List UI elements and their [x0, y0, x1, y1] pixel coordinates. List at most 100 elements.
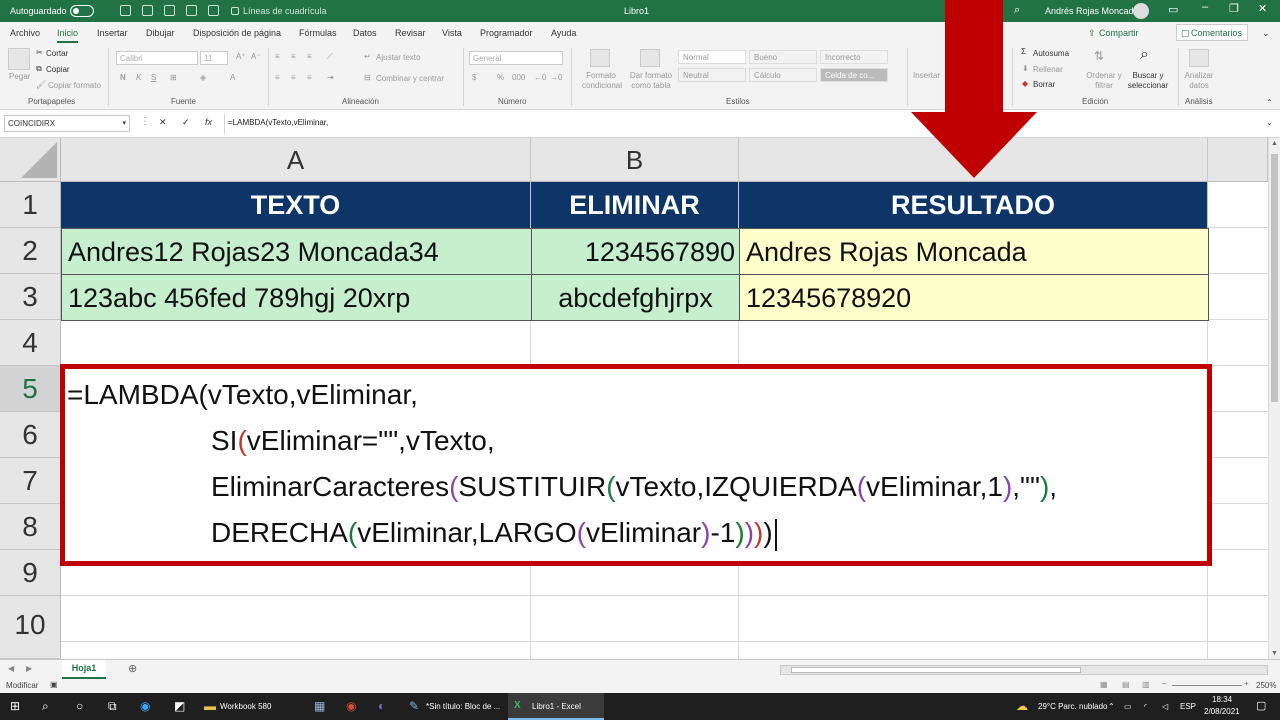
sheet-tab-hoja1[interactable]: Hoja1: [62, 660, 106, 679]
row-header-6[interactable]: 6: [0, 412, 61, 458]
fill-color-icon[interactable]: ◈: [200, 73, 206, 82]
sort-filter-icon[interactable]: ⇅: [1094, 49, 1104, 63]
wrap-text-icon[interactable]: ↵: [364, 52, 371, 61]
undo-icon[interactable]: [142, 5, 153, 16]
cell-a2[interactable]: Andres12 Rojas23 Moncada34: [61, 228, 532, 275]
tab-formulas[interactable]: Fórmulas: [299, 28, 337, 38]
zoom-level[interactable]: 250%: [1256, 681, 1276, 690]
cortana-icon[interactable]: ○: [72, 693, 83, 720]
enter-icon[interactable]: ✓: [182, 117, 190, 128]
tab-archivo[interactable]: Archivo: [10, 28, 40, 38]
formula-editing-cell[interactable]: =LAMBDA(vTexto,vEliminar, SI(vEliminar="…: [60, 364, 1212, 566]
page-break-icon[interactable]: ▥: [1142, 680, 1150, 689]
collapse-ribbon-icon[interactable]: ⌃: [1266, 98, 1273, 107]
cell-a3[interactable]: 123abc 456fed 789hgj 20xrp: [61, 274, 532, 321]
find-select-button[interactable]: Buscar y seleccionar: [1124, 71, 1172, 91]
clock-time[interactable]: 18:34: [1212, 695, 1232, 704]
row-header-5[interactable]: 5: [0, 366, 61, 412]
app2-icon[interactable]: ◐: [374, 693, 385, 720]
notepad-icon[interactable]: ✎: [405, 693, 419, 720]
align-left-icon[interactable]: ≡: [275, 73, 280, 82]
column-header-a[interactable]: A: [61, 138, 531, 182]
start-icon[interactable]: ⊞: [6, 693, 20, 720]
align-right-icon[interactable]: ≡: [307, 73, 312, 82]
prev-sheet-icon[interactable]: ◀: [8, 664, 14, 673]
column-header-d[interactable]: [1208, 138, 1268, 182]
style-calculo[interactable]: Cálculo: [749, 68, 817, 82]
format-painter-button[interactable]: Copiar formato: [48, 81, 101, 90]
tab-insertar[interactable]: Insertar: [97, 28, 128, 38]
copy-icon[interactable]: ⧉: [36, 64, 42, 74]
tab-revisar[interactable]: Revisar: [395, 28, 426, 38]
print-icon[interactable]: [186, 5, 197, 16]
save-icon[interactable]: [120, 5, 131, 16]
horizontal-scrollbar[interactable]: [780, 665, 1268, 675]
calculator-icon[interactable]: ▦: [310, 693, 325, 720]
orientation-icon[interactable]: ⟋: [327, 52, 333, 62]
font-size-select[interactable]: 11: [200, 51, 228, 65]
analyze-data-icon[interactable]: [1189, 49, 1209, 67]
normal-view-icon[interactable]: ▦: [1100, 680, 1108, 689]
weather-text[interactable]: 29°C Parc. nublado: [1034, 693, 1107, 720]
row-header-4[interactable]: 4: [0, 320, 61, 366]
tab-dibujar[interactable]: Dibujar: [146, 28, 175, 38]
notifications-icon[interactable]: ▢: [1252, 693, 1266, 720]
row-header-9[interactable]: 9: [0, 550, 61, 596]
cell-b2[interactable]: 1234567890: [531, 228, 740, 275]
add-sheet-icon[interactable]: ⊕: [128, 662, 137, 675]
minimize-button[interactable]: –: [1202, 1, 1208, 13]
search-icon[interactable]: ⌕: [38, 693, 49, 720]
chrome-icon[interactable]: ◉: [342, 693, 356, 720]
align-top-icon[interactable]: ≡: [275, 52, 280, 61]
row-header-1[interactable]: 1: [0, 182, 61, 228]
wrap-text-button[interactable]: Ajustar texto: [376, 53, 420, 62]
volume-icon[interactable]: ◁: [1158, 693, 1168, 720]
style-bueno[interactable]: Bueno: [749, 50, 817, 64]
header-cell-eliminar[interactable]: ELIMINAR: [531, 182, 739, 229]
cut-icon[interactable]: ✂: [36, 48, 43, 57]
find-icon[interactable]: ⌕: [1140, 46, 1149, 64]
paste-button[interactable]: Pegar: [9, 72, 30, 81]
zoom-slider[interactable]: [1172, 685, 1242, 686]
cancel-icon[interactable]: ✕: [159, 117, 167, 128]
insert-function-icon[interactable]: fx: [205, 117, 212, 127]
preview-icon[interactable]: [208, 5, 219, 16]
font-color-icon[interactable]: A: [230, 73, 235, 82]
italic-button[interactable]: K: [136, 73, 141, 82]
merge-center-button[interactable]: Combinar y centrar: [376, 74, 444, 83]
macro-icon[interactable]: ▣: [50, 680, 58, 689]
row-header-3[interactable]: 3: [0, 274, 61, 320]
scroll-up-icon[interactable]: ▲: [1271, 140, 1278, 147]
format-painter-icon[interactable]: 🖌: [36, 80, 46, 89]
shrink-font-icon[interactable]: A⁻: [251, 52, 261, 61]
sort-filter-button[interactable]: Ordenar y filtrar: [1084, 71, 1124, 91]
currency-icon[interactable]: $: [472, 73, 476, 82]
autosum-button[interactable]: Autosuma: [1033, 49, 1069, 58]
percent-icon[interactable]: %: [497, 73, 504, 82]
row-header-10[interactable]: 10: [0, 596, 61, 659]
share-button[interactable]: Compartir: [1099, 28, 1139, 38]
gridlines-checkbox[interactable]: [231, 7, 239, 15]
ribbon-display-icon[interactable]: ▭: [1168, 3, 1178, 16]
row-header-8[interactable]: 8: [0, 504, 61, 550]
taskbar-item-notepad[interactable]: *Sin título: Bloc de ...: [422, 693, 500, 720]
row-header-2[interactable]: 2: [0, 228, 61, 274]
avatar[interactable]: [1133, 3, 1149, 19]
conditional-format-icon[interactable]: [590, 49, 610, 67]
tab-programador[interactable]: Programador: [480, 28, 533, 38]
weather-icon[interactable]: ☁: [1012, 693, 1028, 720]
align-middle-icon[interactable]: ≡: [291, 52, 296, 61]
autosave-toggle[interactable]: [70, 5, 94, 17]
indent-icon[interactable]: ⇥: [327, 73, 334, 82]
task-view-icon[interactable]: ⧉: [104, 693, 117, 720]
zoom-in-icon[interactable]: +: [1244, 679, 1249, 688]
tab-disposicion[interactable]: Disposición de página: [193, 28, 281, 38]
style-neutral[interactable]: Neutral: [678, 68, 746, 82]
header-cell-texto[interactable]: TEXTO: [61, 182, 531, 229]
scroll-thumb[interactable]: [1271, 154, 1278, 402]
cut-button[interactable]: Cortar: [46, 49, 68, 58]
name-box-dropdown-icon[interactable]: ▾: [122, 119, 126, 127]
clock-date[interactable]: 2/08/2021: [1204, 707, 1240, 716]
page-layout-icon[interactable]: ▤: [1122, 680, 1130, 689]
fill-button[interactable]: Rellenar: [1033, 65, 1063, 74]
